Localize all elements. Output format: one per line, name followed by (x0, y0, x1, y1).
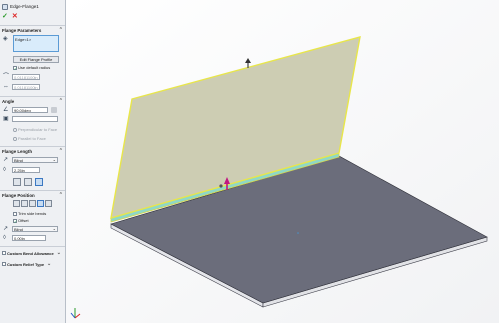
checkbox-icon[interactable] (2, 262, 6, 266)
edge-flange-icon (2, 3, 8, 10)
material-inside-icon[interactable] (13, 200, 20, 207)
material-outside-icon[interactable] (21, 200, 28, 207)
flange-length-header[interactable]: Flange Length ⌃ (2, 148, 63, 154)
feature-title: Edge-Flange1 (10, 4, 39, 9)
property-manager: Edge-Flange1 ✓ ✕ Flange Parameters ⌃ ◈ E… (0, 0, 66, 323)
edge-list-item[interactable]: Edge<1> (15, 37, 31, 42)
use-default-radius-label: Use default radius (18, 65, 51, 70)
divider (0, 25, 65, 26)
radio-icon[interactable] (13, 136, 17, 141)
offset-checkbox[interactable]: ✓ Offset (13, 218, 29, 223)
custom-bend-allowance-group[interactable]: Custom Bend Allowance ⌄ (2, 250, 61, 256)
expand-icon[interactable]: ⌄ (57, 250, 61, 256)
tangent-to-bend-icon[interactable] (45, 200, 52, 207)
offset-distance-field[interactable]: 0.00in (12, 235, 46, 241)
collapse-icon[interactable]: ⌃ (59, 98, 63, 104)
origin-point (297, 232, 299, 234)
flange-length-heading: Flange Length (2, 148, 33, 154)
reverse-direction-icon[interactable]: ↗ (3, 157, 9, 163)
checkbox-icon[interactable] (13, 211, 17, 216)
custom-relief-type-group[interactable]: Custom Relief Type ⌄ (2, 261, 51, 267)
angle-icon: ∠ (3, 107, 9, 113)
feature-title-row: Edge-Flange1 (2, 2, 64, 11)
cancel-button[interactable]: ✕ (12, 13, 18, 21)
graphics-area[interactable] (66, 0, 499, 323)
bend-from-virtual-sharp-icon[interactable] (37, 200, 44, 207)
checkbox-checked-icon[interactable]: ✓ (13, 218, 17, 223)
flange-position-header[interactable]: Flange Position ⌃ (2, 192, 63, 198)
checkbox-icon[interactable] (2, 251, 6, 255)
checkbox-checked-icon[interactable]: ✓ (13, 65, 17, 70)
divider (0, 246, 65, 247)
edge-marker-icon (219, 184, 223, 188)
expand-icon[interactable]: ⌄ (47, 261, 51, 267)
collapse-icon[interactable]: ⌃ (59, 192, 63, 198)
radio-icon[interactable] (13, 127, 17, 132)
offset-distance-icon: ◊ (3, 235, 6, 241)
divider (0, 190, 65, 191)
outer-virtual-sharp-icon[interactable] (13, 178, 21, 186)
gap-distance-field[interactable]: 0.01181100in (12, 84, 40, 90)
custom-bend-allowance-label: Custom Bend Allowance (7, 250, 54, 256)
custom-relief-type-label: Custom Relief Type (7, 261, 45, 267)
divider (0, 96, 65, 97)
ok-button[interactable]: ✓ (2, 13, 8, 21)
reference-face-icon: ▣ (3, 116, 9, 122)
flange-angle-field[interactable]: 90.00deg (12, 107, 48, 113)
perpendicular-to-face-radio[interactable]: Perpendicular to Face (13, 127, 57, 132)
angle-header[interactable]: Angle ⌃ (2, 98, 63, 104)
bend-radius-field[interactable]: 0.01181100in (12, 74, 40, 80)
parallel-label: Parallel to Face (18, 136, 46, 141)
flange-parameters-header[interactable]: Flange Parameters ⌃ (2, 27, 63, 33)
edit-flange-profile-button[interactable]: Edit Flange Profile (13, 56, 59, 63)
length-icon: ◊ (3, 167, 6, 173)
flange-position-heading: Flange Position (2, 192, 35, 198)
inner-virtual-sharp-icon[interactable] (24, 178, 32, 186)
offset-direction-icon[interactable]: ↗ (3, 226, 9, 232)
gap-distance-icon: ⇔ (3, 84, 9, 90)
ok-cancel-bar: ✓ ✕ (2, 13, 18, 21)
edge-selection-list[interactable]: Edge<1> (13, 35, 59, 52)
parallel-to-face-radio[interactable]: Parallel to Face (13, 136, 46, 141)
bend-outside-icon[interactable] (29, 200, 36, 207)
flange-length-field[interactable]: 2.25in (12, 167, 40, 173)
angle-heading: Angle (2, 98, 15, 104)
perpendicular-label: Perpendicular to Face (18, 127, 58, 132)
lock-icon[interactable] (51, 107, 57, 113)
length-end-condition-select[interactable]: Blind (12, 157, 58, 163)
reference-face-field[interactable] (12, 116, 58, 122)
edge-select-icon: ◈ (3, 36, 8, 42)
bend-radius-icon: ⌒ (3, 74, 10, 80)
trim-side-bends-checkbox[interactable]: Trim side bends (13, 211, 46, 216)
tangent-bend-icon[interactable] (35, 178, 43, 186)
divider (0, 146, 65, 147)
collapse-icon[interactable]: ⌃ (59, 27, 63, 33)
trim-side-bends-label: Trim side bends (18, 211, 47, 216)
flange-parameters-heading: Flange Parameters (2, 27, 42, 33)
collapse-icon[interactable]: ⌃ (59, 148, 63, 154)
offset-label: Offset (18, 218, 29, 223)
use-default-radius-checkbox[interactable]: ✓ Use default radius (13, 65, 50, 70)
offset-end-condition-select[interactable]: Blind (12, 226, 58, 232)
